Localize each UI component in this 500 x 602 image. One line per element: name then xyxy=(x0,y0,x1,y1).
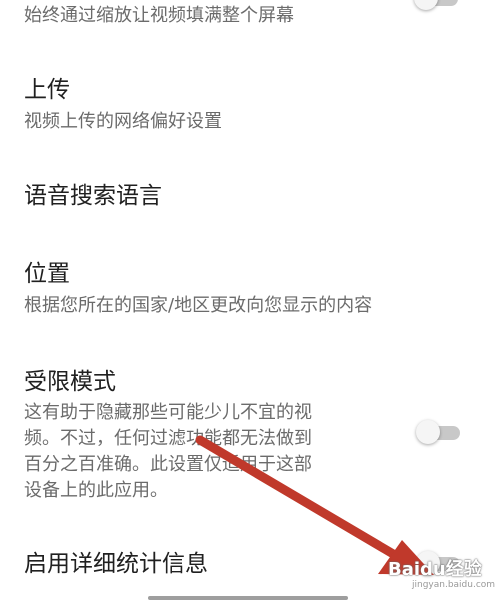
arrow-shaft xyxy=(195,435,405,563)
red-arrow-annotation xyxy=(195,435,434,575)
baidu-watermark: Baidu经验 xyxy=(388,559,482,580)
home-indicator-bar[interactable] xyxy=(148,596,348,600)
baidu-watermark-url: jingyan.baidu.com xyxy=(412,580,496,590)
